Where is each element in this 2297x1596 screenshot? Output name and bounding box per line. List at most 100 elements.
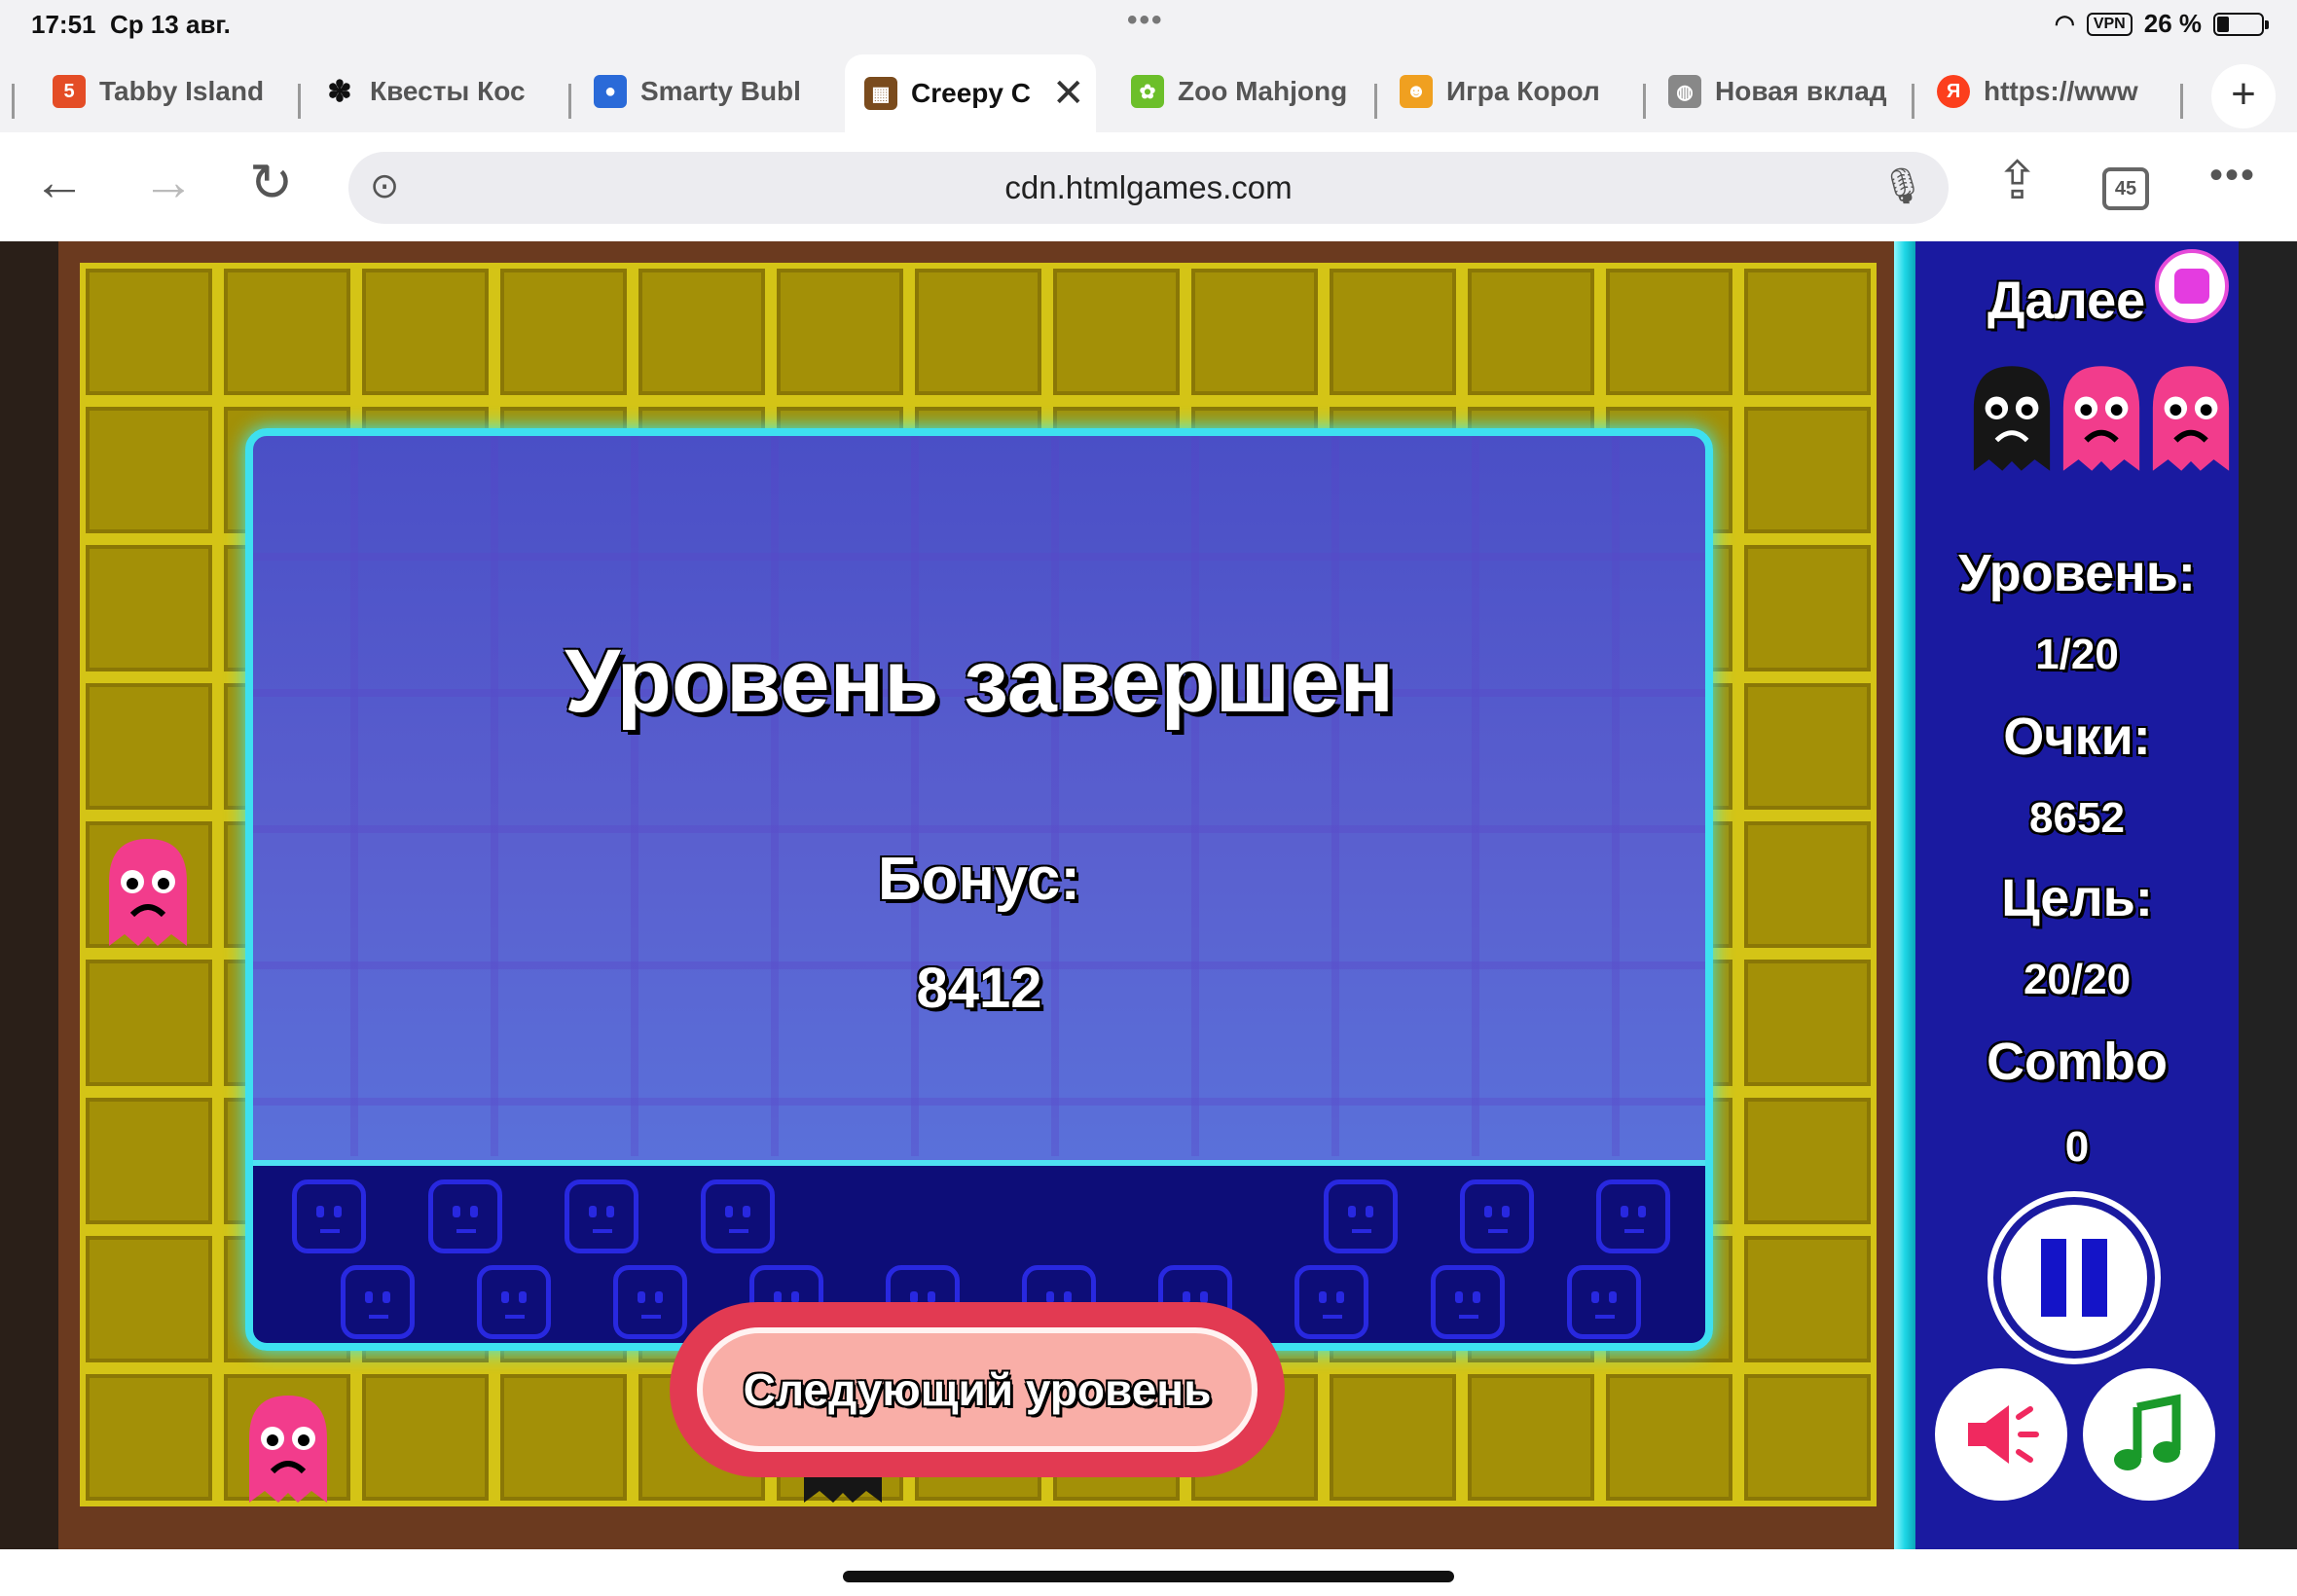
board-cell[interactable]	[80, 1092, 218, 1230]
pause-button[interactable]	[1993, 1197, 2155, 1359]
board-cell[interactable]	[1738, 1092, 1877, 1230]
new-tab-button[interactable]: +	[2211, 64, 2276, 128]
board-cell[interactable]	[80, 1368, 218, 1506]
board-cell[interactable]	[1600, 263, 1738, 401]
board-cell[interactable]	[1462, 1368, 1600, 1506]
tab-https[interactable]: Я https://www	[1937, 60, 2159, 123]
face-tile	[1567, 1265, 1641, 1339]
face-tile	[613, 1265, 687, 1339]
back-icon[interactable]: ←	[33, 152, 86, 212]
more-icon[interactable]: •••	[2209, 154, 2256, 198]
html5-icon: 5	[53, 75, 86, 108]
next-level-button[interactable]: Следующий уровень	[670, 1302, 1285, 1477]
board-cell[interactable]	[1738, 401, 1877, 539]
bonus-label: Бонус:	[878, 846, 1080, 913]
next-ghost-black	[1968, 360, 2056, 477]
share-icon[interactable]: ⇪	[1995, 150, 2039, 211]
board-cell[interactable]	[1462, 263, 1600, 401]
board-cell[interactable]	[494, 263, 633, 401]
reload-icon[interactable]: ↻	[249, 152, 293, 213]
board-cell[interactable]	[1738, 816, 1877, 954]
level-complete-dialog: Уровень завершен Бонус: 8412	[245, 428, 1713, 1351]
close-tab-icon[interactable]: ✕	[1052, 71, 1085, 116]
tab-title: Новая вклад	[1715, 76, 1887, 106]
battery-percent: 26 %	[2143, 9, 2202, 38]
microphone-icon[interactable]: 🎙	[1880, 165, 1925, 206]
sound-button[interactable]	[1935, 1368, 2067, 1501]
bubble-icon: ●	[594, 75, 627, 108]
board-cell[interactable]	[909, 263, 1047, 401]
combo-label: Combo	[1987, 1033, 2168, 1091]
url-text[interactable]: cdn.htmlgames.com	[348, 169, 1949, 206]
tab-quests[interactable]: ✽ Квесты Кос	[323, 60, 545, 123]
board-cell[interactable]	[356, 263, 494, 401]
address-bar[interactable]: ⊙ cdn.htmlgames.com 🎙	[348, 152, 1949, 224]
level-label: Уровень:	[1958, 544, 2196, 602]
level-value: 1/20	[2035, 631, 2119, 678]
board-cell[interactable]	[1738, 1368, 1877, 1506]
goal-value: 20/20	[2023, 956, 2132, 1003]
status-right: ◠ VPN 26 %	[2054, 9, 2269, 39]
score-value: 8652	[2029, 794, 2125, 842]
face-tile	[565, 1179, 638, 1253]
ghost-pink[interactable]	[103, 833, 193, 952]
bonus-value: 8412	[916, 957, 1042, 1020]
face-tile	[341, 1265, 415, 1339]
board-cell[interactable]	[1738, 677, 1877, 816]
board-cell[interactable]	[1738, 539, 1877, 677]
tab-separator	[2180, 84, 2183, 119]
dialog-title: Уровень завершен	[564, 632, 1395, 731]
paw-icon: ✽	[327, 75, 352, 108]
board-cell[interactable]	[1738, 1230, 1877, 1368]
tab-separator	[12, 84, 15, 119]
board-cell[interactable]	[80, 263, 218, 401]
board-cell[interactable]	[1738, 263, 1877, 401]
board-cell[interactable]	[494, 1368, 633, 1506]
board-cell[interactable]	[1185, 263, 1324, 401]
game-area: Далее Уровень: 1/20 Очки: 8652 Цель: 20/…	[0, 241, 2297, 1549]
board-cell[interactable]	[80, 401, 218, 539]
tab-king-game[interactable]: ☻ Игра Корол	[1400, 60, 1622, 123]
board-cell[interactable]	[80, 954, 218, 1092]
board-cell[interactable]	[633, 263, 771, 401]
board-cell[interactable]	[771, 263, 909, 401]
wifi-icon: ◠	[2054, 11, 2075, 37]
face-tile	[1460, 1179, 1534, 1253]
tab-tabby-island[interactable]: 5 Tabby Island	[53, 60, 274, 123]
next-ghost-pink	[2147, 360, 2235, 477]
board-cell[interactable]	[1324, 1368, 1462, 1506]
ghost-pink[interactable]	[243, 1390, 333, 1508]
home-indicator[interactable]	[843, 1571, 1454, 1582]
status-time: 17:51 Ср 13 авг.	[31, 10, 231, 39]
forward-icon[interactable]: →	[142, 152, 195, 212]
face-tile	[1294, 1265, 1368, 1339]
navigation-bar: ← → ↻ ⊙ cdn.htmlgames.com 🎙 ⇪ 45 •••	[0, 132, 2297, 241]
panel-divider	[1894, 241, 1915, 1549]
tab-count-button[interactable]: 45	[2102, 167, 2149, 210]
board-cell[interactable]	[218, 263, 356, 401]
board-cell[interactable]	[1600, 1368, 1738, 1506]
tab-creepy[interactable]: ▦ Creepy C ✕	[845, 54, 1096, 132]
tab-title: Smarty Bubl	[640, 76, 801, 106]
board-cell[interactable]	[356, 1368, 494, 1506]
music-button[interactable]	[2083, 1368, 2215, 1501]
vpn-badge: VPN	[2086, 12, 2133, 36]
board-cell[interactable]	[80, 1230, 218, 1368]
board-cell[interactable]	[1738, 954, 1877, 1092]
fullscreen-icon[interactable]	[2155, 249, 2229, 323]
board-cell[interactable]	[80, 539, 218, 677]
tab-new-tab[interactable]: ◍ Новая вклад	[1668, 60, 1890, 123]
tab-bar: 5 Tabby Island ✽ Квесты Кос ● Smarty Bub…	[0, 49, 2297, 132]
music-note-icon	[2114, 1394, 2181, 1470]
tab-title: Zoo Mahjong	[1178, 76, 1348, 106]
tab-smarty-bubbles[interactable]: ● Smarty Bubl	[594, 60, 816, 123]
tab-zoo-mahjong[interactable]: ✿ Zoo Mahjong	[1131, 60, 1353, 123]
multitask-dots[interactable]: •••	[1127, 4, 1164, 37]
face-tile	[1431, 1265, 1505, 1339]
board-cell[interactable]	[1047, 263, 1185, 401]
tab-separator	[298, 84, 301, 119]
board-cell[interactable]	[80, 677, 218, 816]
tab-separator	[1912, 84, 1914, 119]
combo-value: 0	[2064, 1123, 2090, 1171]
board-cell[interactable]	[1324, 263, 1462, 401]
